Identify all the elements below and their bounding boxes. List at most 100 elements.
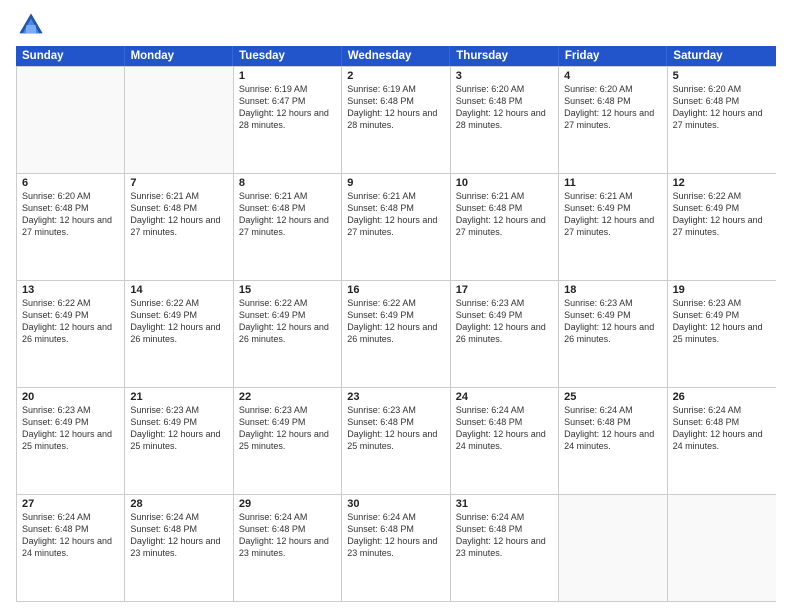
day-number: 30 — [347, 498, 444, 510]
calendar-day-cell: 15Sunrise: 6:22 AM Sunset: 6:49 PM Dayli… — [234, 281, 342, 387]
calendar-day-cell — [668, 495, 776, 601]
day-info: Sunrise: 6:22 AM Sunset: 6:49 PM Dayligh… — [130, 297, 227, 346]
day-info: Sunrise: 6:22 AM Sunset: 6:49 PM Dayligh… — [22, 297, 119, 346]
logo-icon — [16, 10, 46, 40]
calendar-day-cell: 25Sunrise: 6:24 AM Sunset: 6:48 PM Dayli… — [559, 388, 667, 494]
day-number: 18 — [564, 284, 661, 296]
day-number: 29 — [239, 498, 336, 510]
calendar-day-cell: 12Sunrise: 6:22 AM Sunset: 6:49 PM Dayli… — [668, 174, 776, 280]
day-number: 25 — [564, 391, 661, 403]
day-info: Sunrise: 6:19 AM Sunset: 6:48 PM Dayligh… — [347, 83, 444, 132]
day-info: Sunrise: 6:20 AM Sunset: 6:48 PM Dayligh… — [22, 190, 119, 239]
calendar: SundayMondayTuesdayWednesdayThursdayFrid… — [16, 46, 776, 602]
day-number: 27 — [22, 498, 119, 510]
day-info: Sunrise: 6:24 AM Sunset: 6:48 PM Dayligh… — [564, 404, 661, 453]
weekday-header: Wednesday — [342, 46, 451, 66]
day-number: 19 — [673, 284, 771, 296]
calendar-day-cell: 18Sunrise: 6:23 AM Sunset: 6:49 PM Dayli… — [559, 281, 667, 387]
day-number: 3 — [456, 70, 553, 82]
weekday-header: Saturday — [667, 46, 776, 66]
day-info: Sunrise: 6:23 AM Sunset: 6:49 PM Dayligh… — [456, 297, 553, 346]
day-number: 14 — [130, 284, 227, 296]
day-info: Sunrise: 6:22 AM Sunset: 6:49 PM Dayligh… — [347, 297, 444, 346]
day-number: 22 — [239, 391, 336, 403]
day-info: Sunrise: 6:24 AM Sunset: 6:48 PM Dayligh… — [22, 511, 119, 560]
calendar-day-cell: 2Sunrise: 6:19 AM Sunset: 6:48 PM Daylig… — [342, 67, 450, 173]
day-info: Sunrise: 6:23 AM Sunset: 6:49 PM Dayligh… — [239, 404, 336, 453]
calendar-day-cell: 3Sunrise: 6:20 AM Sunset: 6:48 PM Daylig… — [451, 67, 559, 173]
calendar-day-cell: 8Sunrise: 6:21 AM Sunset: 6:48 PM Daylig… — [234, 174, 342, 280]
calendar-day-cell: 19Sunrise: 6:23 AM Sunset: 6:49 PM Dayli… — [668, 281, 776, 387]
calendar-day-cell: 30Sunrise: 6:24 AM Sunset: 6:48 PM Dayli… — [342, 495, 450, 601]
day-info: Sunrise: 6:19 AM Sunset: 6:47 PM Dayligh… — [239, 83, 336, 132]
day-number: 31 — [456, 498, 553, 510]
day-number: 6 — [22, 177, 119, 189]
day-info: Sunrise: 6:24 AM Sunset: 6:48 PM Dayligh… — [456, 511, 553, 560]
calendar-day-cell: 13Sunrise: 6:22 AM Sunset: 6:49 PM Dayli… — [17, 281, 125, 387]
calendar-day-cell: 9Sunrise: 6:21 AM Sunset: 6:48 PM Daylig… — [342, 174, 450, 280]
calendar-day-cell: 17Sunrise: 6:23 AM Sunset: 6:49 PM Dayli… — [451, 281, 559, 387]
calendar-day-cell: 20Sunrise: 6:23 AM Sunset: 6:49 PM Dayli… — [17, 388, 125, 494]
header — [16, 10, 776, 40]
day-info: Sunrise: 6:23 AM Sunset: 6:49 PM Dayligh… — [564, 297, 661, 346]
day-number: 26 — [673, 391, 771, 403]
day-number: 11 — [564, 177, 661, 189]
day-number: 7 — [130, 177, 227, 189]
day-info: Sunrise: 6:20 AM Sunset: 6:48 PM Dayligh… — [456, 83, 553, 132]
calendar-day-cell: 14Sunrise: 6:22 AM Sunset: 6:49 PM Dayli… — [125, 281, 233, 387]
calendar-day-cell: 26Sunrise: 6:24 AM Sunset: 6:48 PM Dayli… — [668, 388, 776, 494]
day-number: 20 — [22, 391, 119, 403]
day-info: Sunrise: 6:21 AM Sunset: 6:48 PM Dayligh… — [456, 190, 553, 239]
day-number: 17 — [456, 284, 553, 296]
day-number: 13 — [22, 284, 119, 296]
day-info: Sunrise: 6:21 AM Sunset: 6:49 PM Dayligh… — [564, 190, 661, 239]
day-info: Sunrise: 6:23 AM Sunset: 6:49 PM Dayligh… — [22, 404, 119, 453]
day-info: Sunrise: 6:24 AM Sunset: 6:48 PM Dayligh… — [130, 511, 227, 560]
calendar-day-cell: 7Sunrise: 6:21 AM Sunset: 6:48 PM Daylig… — [125, 174, 233, 280]
calendar-day-cell: 10Sunrise: 6:21 AM Sunset: 6:48 PM Dayli… — [451, 174, 559, 280]
logo — [16, 10, 50, 40]
calendar-day-cell: 29Sunrise: 6:24 AM Sunset: 6:48 PM Dayli… — [234, 495, 342, 601]
day-number: 9 — [347, 177, 444, 189]
calendar-day-cell: 23Sunrise: 6:23 AM Sunset: 6:48 PM Dayli… — [342, 388, 450, 494]
day-info: Sunrise: 6:22 AM Sunset: 6:49 PM Dayligh… — [239, 297, 336, 346]
day-info: Sunrise: 6:24 AM Sunset: 6:48 PM Dayligh… — [673, 404, 771, 453]
day-number: 23 — [347, 391, 444, 403]
day-info: Sunrise: 6:24 AM Sunset: 6:48 PM Dayligh… — [347, 511, 444, 560]
day-number: 12 — [673, 177, 771, 189]
weekday-header: Tuesday — [233, 46, 342, 66]
calendar-body: 1Sunrise: 6:19 AM Sunset: 6:47 PM Daylig… — [16, 66, 776, 602]
day-info: Sunrise: 6:23 AM Sunset: 6:49 PM Dayligh… — [130, 404, 227, 453]
calendar-day-cell: 31Sunrise: 6:24 AM Sunset: 6:48 PM Dayli… — [451, 495, 559, 601]
day-info: Sunrise: 6:20 AM Sunset: 6:48 PM Dayligh… — [564, 83, 661, 132]
weekday-header: Friday — [559, 46, 668, 66]
day-number: 1 — [239, 70, 336, 82]
day-number: 21 — [130, 391, 227, 403]
calendar-week-row: 6Sunrise: 6:20 AM Sunset: 6:48 PM Daylig… — [17, 173, 776, 280]
calendar-day-cell: 27Sunrise: 6:24 AM Sunset: 6:48 PM Dayli… — [17, 495, 125, 601]
day-number: 28 — [130, 498, 227, 510]
day-info: Sunrise: 6:23 AM Sunset: 6:48 PM Dayligh… — [347, 404, 444, 453]
weekday-header: Thursday — [450, 46, 559, 66]
calendar-header: SundayMondayTuesdayWednesdayThursdayFrid… — [16, 46, 776, 66]
calendar-day-cell — [125, 67, 233, 173]
day-number: 5 — [673, 70, 771, 82]
day-info: Sunrise: 6:24 AM Sunset: 6:48 PM Dayligh… — [239, 511, 336, 560]
day-number: 2 — [347, 70, 444, 82]
day-number: 10 — [456, 177, 553, 189]
calendar-day-cell: 6Sunrise: 6:20 AM Sunset: 6:48 PM Daylig… — [17, 174, 125, 280]
calendar-day-cell: 4Sunrise: 6:20 AM Sunset: 6:48 PM Daylig… — [559, 67, 667, 173]
day-info: Sunrise: 6:22 AM Sunset: 6:49 PM Dayligh… — [673, 190, 771, 239]
calendar-day-cell: 16Sunrise: 6:22 AM Sunset: 6:49 PM Dayli… — [342, 281, 450, 387]
calendar-day-cell: 21Sunrise: 6:23 AM Sunset: 6:49 PM Dayli… — [125, 388, 233, 494]
calendar-day-cell: 24Sunrise: 6:24 AM Sunset: 6:48 PM Dayli… — [451, 388, 559, 494]
day-number: 8 — [239, 177, 336, 189]
day-number: 15 — [239, 284, 336, 296]
weekday-header: Monday — [125, 46, 234, 66]
calendar-day-cell: 28Sunrise: 6:24 AM Sunset: 6:48 PM Dayli… — [125, 495, 233, 601]
calendar-day-cell — [559, 495, 667, 601]
calendar-week-row: 1Sunrise: 6:19 AM Sunset: 6:47 PM Daylig… — [17, 66, 776, 173]
calendar-week-row: 20Sunrise: 6:23 AM Sunset: 6:49 PM Dayli… — [17, 387, 776, 494]
day-info: Sunrise: 6:24 AM Sunset: 6:48 PM Dayligh… — [456, 404, 553, 453]
day-number: 24 — [456, 391, 553, 403]
